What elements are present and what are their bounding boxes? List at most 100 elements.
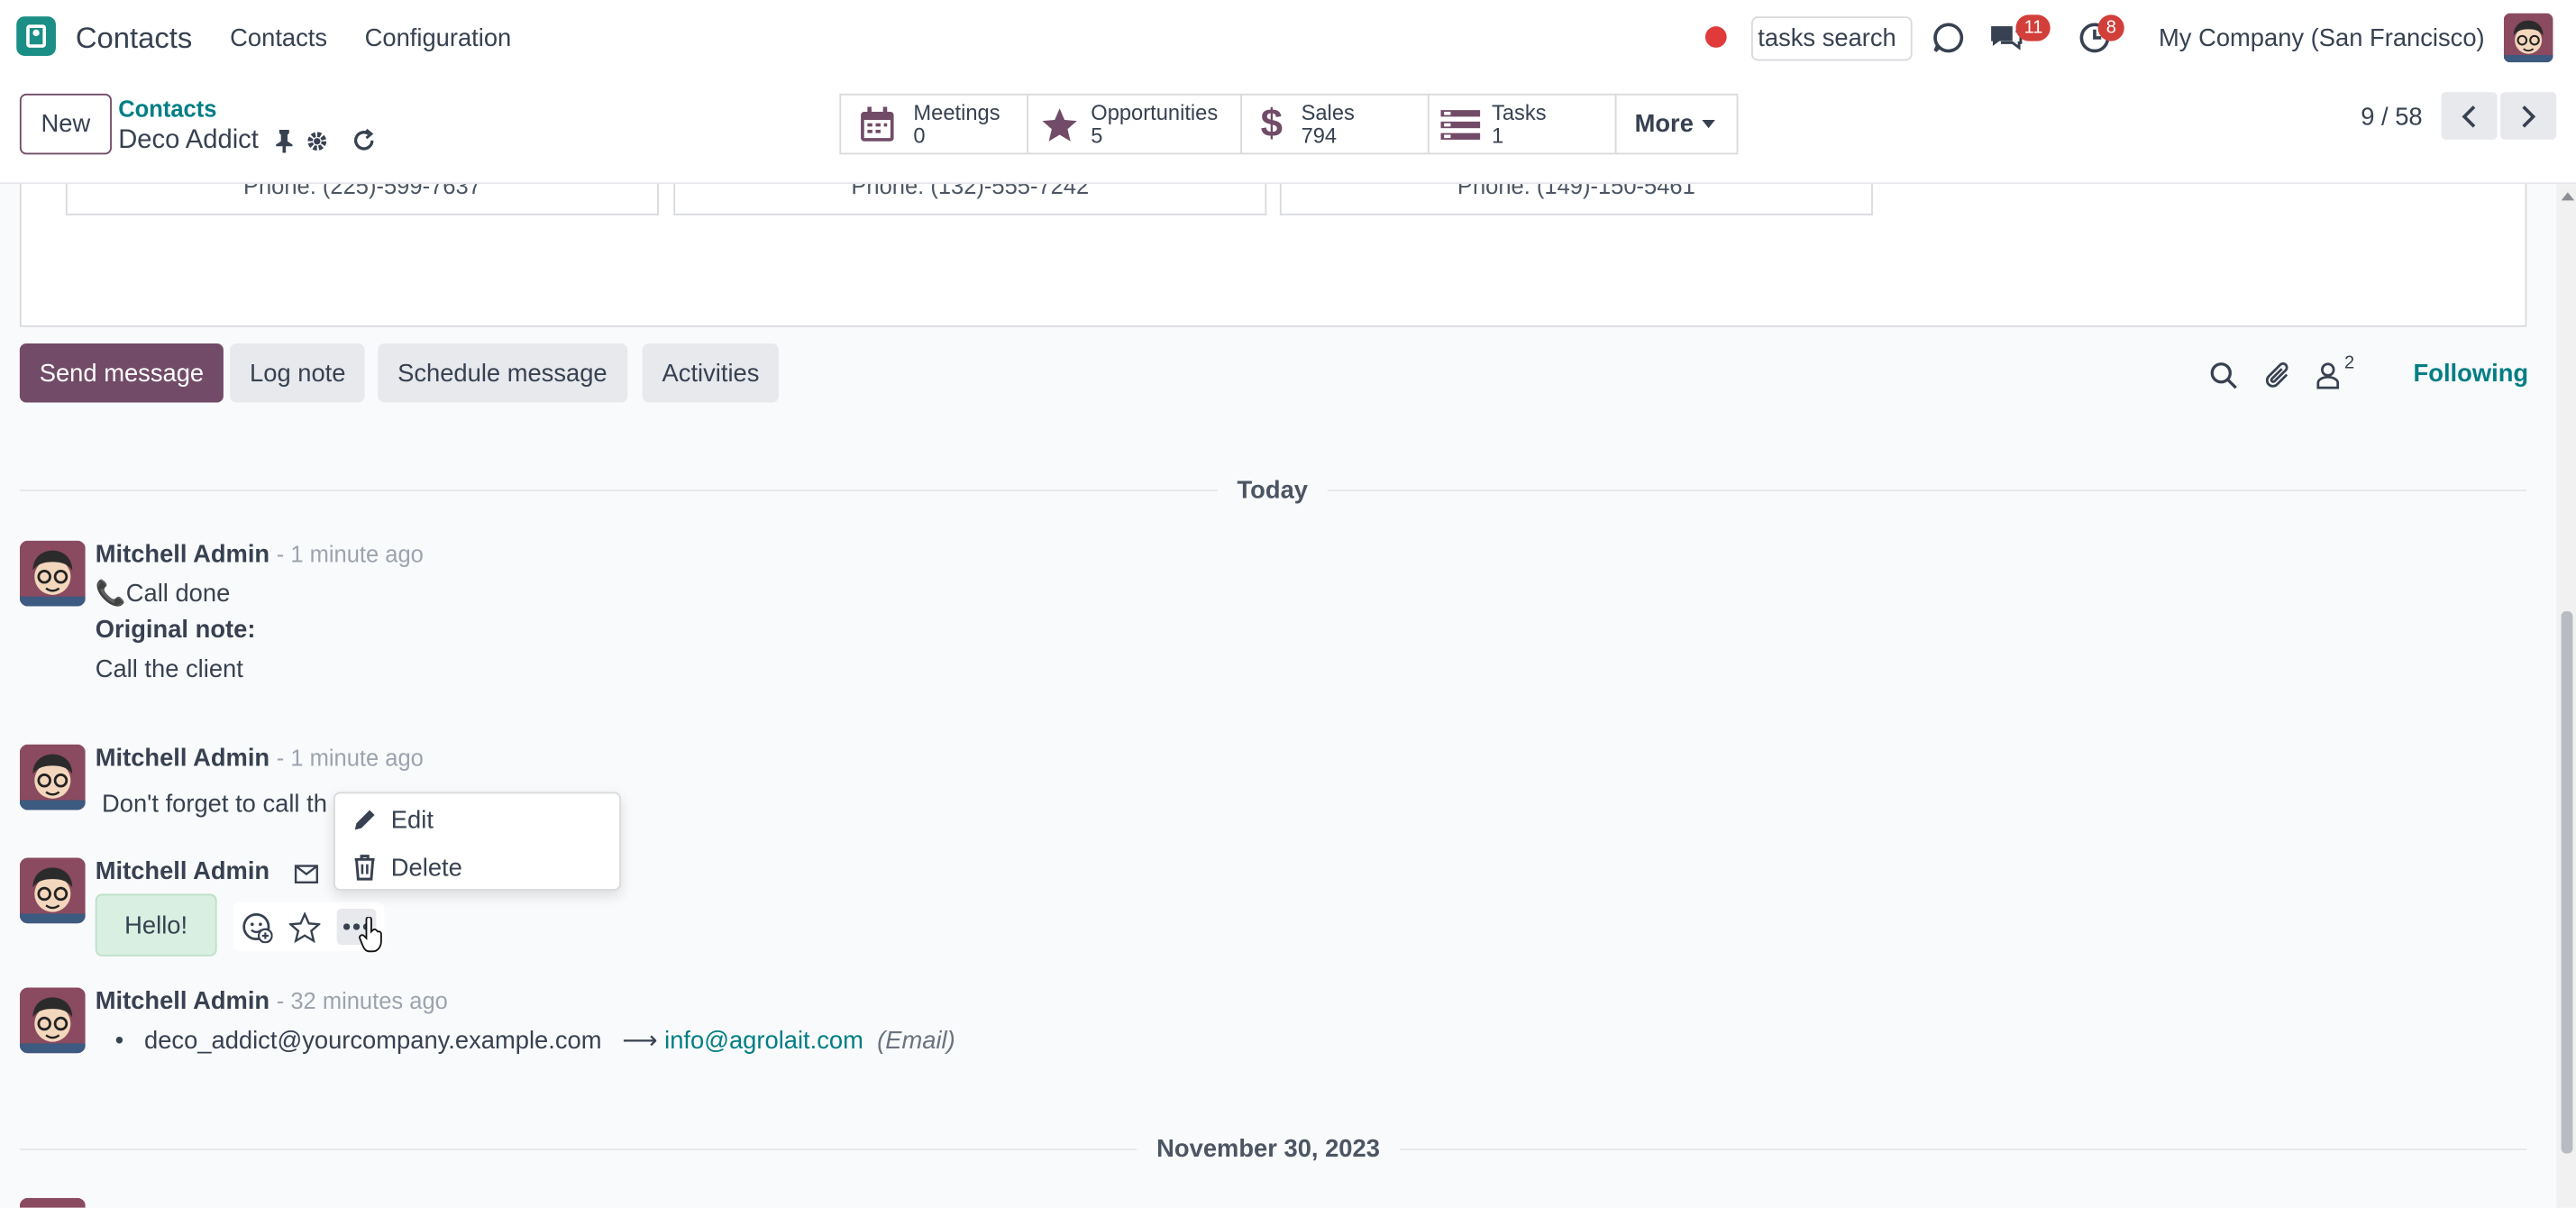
meetings-label: Meetings: [913, 99, 1000, 124]
menu-contacts[interactable]: Contacts: [230, 24, 327, 52]
author-name: Mitchell Admin: [95, 857, 270, 886]
company-switcher[interactable]: My Company (San Francisco): [2159, 24, 2485, 52]
contact-phone: Phone: (149)-150-5461: [1457, 184, 1695, 199]
contacts-app-icon[interactable]: [16, 16, 56, 56]
message-bubble: Hello!: [95, 893, 217, 956]
message-body: Hello!: [124, 911, 188, 939]
gear-icon[interactable]: [304, 128, 330, 154]
message-time: - 32 minutes ago: [276, 987, 448, 1014]
menu-configuration[interactable]: Configuration: [365, 24, 512, 52]
avatar[interactable]: [19, 1197, 86, 1208]
star-icon[interactable]: [289, 911, 322, 943]
author-name: Mitchell Admin: [95, 540, 270, 569]
author-name: Mitchell Admin: [95, 987, 270, 1016]
edit-label: Edit: [390, 806, 434, 835]
trash-icon: [354, 855, 375, 881]
message-author[interactable]: Mitchell Admin - 1 minute ago: [96, 541, 424, 569]
delete-label: Delete: [390, 853, 462, 882]
caret-down-icon: [1702, 120, 1715, 129]
old-email-value: deco_addict@yourcompany.example.com: [143, 1027, 602, 1056]
message-author[interactable]: Mitchell Admin - 1 minute ago: [96, 745, 424, 773]
schedule-message-button[interactable]: Schedule message: [378, 343, 627, 403]
tasks-smart-button[interactable]: Tasks 1: [1427, 93, 1617, 155]
top-navbar: Contacts Contacts Configuration 11 8 My …: [0, 0, 2576, 76]
pager-previous-button[interactable]: [2441, 92, 2498, 140]
search-icon[interactable]: [2206, 358, 2239, 390]
tasks-icon: [1430, 107, 1492, 140]
tasks-label: Tasks: [1492, 99, 1547, 124]
following-button[interactable]: Following: [2414, 360, 2529, 388]
form-content: Phone: (225)-599-7637 Phone: (132)-555-7…: [0, 184, 2557, 1208]
more-dropdown-button[interactable]: More: [1614, 93, 1739, 155]
recording-indicator-icon[interactable]: [1704, 26, 1727, 48]
pin-icon[interactable]: [273, 128, 297, 154]
message-author[interactable]: Mitchell Admin: [96, 857, 269, 885]
pencil-icon: [354, 810, 375, 830]
opportunities-count: 5: [1091, 122, 1103, 148]
message-options-dropdown: Edit Delete: [333, 792, 621, 891]
message-body: Don't forget to call th: [102, 790, 327, 819]
tasks-search-input[interactable]: [1750, 16, 1913, 61]
bullet: •: [114, 1027, 124, 1056]
sales-label: Sales: [1301, 99, 1355, 124]
scrollbar-thumb[interactable]: [2561, 611, 2573, 1154]
message-time: - 1 minute ago: [276, 540, 424, 567]
pager-value[interactable]: 9 / 58: [2361, 104, 2422, 132]
edit-menu-item[interactable]: Edit: [352, 801, 434, 837]
scroll-up-arrow-icon[interactable]: [2561, 192, 2575, 201]
avatar[interactable]: [19, 987, 86, 1054]
avatar[interactable]: [19, 744, 86, 810]
dollar-icon: $: [1260, 101, 1283, 146]
star-icon: [1028, 106, 1091, 142]
new-button[interactable]: New: [19, 93, 112, 155]
form-sheet: Phone: (225)-599-7637 Phone: (132)-555-7…: [19, 184, 2527, 327]
original-note-text: Call the client: [95, 655, 243, 684]
contact-phone: Phone: (132)-555-7242: [851, 184, 1090, 199]
breadcrumb-contacts[interactable]: Contacts: [118, 96, 216, 122]
record-title: Deco Addict: [118, 126, 259, 155]
followers-icon[interactable]: [2312, 358, 2344, 390]
activities-button[interactable]: Activities: [642, 343, 780, 403]
paperclip-icon[interactable]: [2261, 358, 2293, 390]
author-name: Mitchell Admin: [95, 744, 270, 773]
delete-menu-item[interactable]: Delete: [352, 849, 462, 885]
log-note-button[interactable]: Log note: [230, 343, 366, 403]
envelope-icon: [291, 861, 321, 887]
sales-smart-button[interactable]: $ Sales 794: [1240, 93, 1430, 155]
meetings-smart-button[interactable]: Meetings 0: [839, 93, 1029, 155]
tasks-count: 1: [1492, 122, 1504, 148]
chat-badge: 11: [2015, 14, 2051, 41]
meetings-count: 0: [913, 122, 926, 148]
discard-changes-icon[interactable]: [350, 126, 376, 154]
avatar[interactable]: [19, 857, 86, 924]
hand-cursor-icon: [355, 915, 388, 955]
phone-icon: 📞: [95, 580, 126, 609]
pager-next-button[interactable]: [2500, 92, 2557, 140]
discuss-icon[interactable]: [1931, 20, 1967, 56]
new-email-link[interactable]: info@agrolait.com: [664, 1027, 863, 1055]
opportunities-label: Opportunities: [1091, 99, 1219, 124]
add-reaction-icon[interactable]: [241, 911, 273, 943]
send-message-button[interactable]: Send message: [19, 343, 224, 403]
chevron-right-icon: [2522, 105, 2536, 127]
contact-card[interactable]: Phone: (132)-555-7242: [673, 184, 1267, 215]
arrow-right-icon: ⟶: [622, 1027, 658, 1056]
message-body: 📞Call done: [95, 579, 231, 609]
message-author[interactable]: Mitchell Admin - 32 minutes ago: [96, 987, 448, 1015]
tracking-value-change: • deco_addict@yourcompany.example.com ⟶ …: [115, 1025, 955, 1055]
user-avatar[interactable]: [2503, 13, 2553, 63]
contact-card[interactable]: Phone: (149)-150-5461: [1279, 184, 1873, 215]
followers-count: 2: [2343, 352, 2355, 373]
original-note-label: Original note:: [95, 616, 256, 645]
call-done-text: Call done: [125, 580, 231, 609]
contact-card[interactable]: Phone: (225)-599-7637: [65, 184, 659, 215]
avatar[interactable]: [19, 540, 86, 607]
field-name: (Email): [877, 1027, 955, 1056]
date-separator: November 30, 2023: [1137, 1135, 1400, 1164]
message-time: - 1 minute ago: [276, 744, 424, 771]
opportunities-smart-button[interactable]: Opportunities 5: [1027, 93, 1242, 155]
today-separator: Today: [1217, 476, 1328, 505]
sales-count: 794: [1301, 122, 1338, 148]
contact-phone: Phone: (225)-599-7637: [242, 184, 481, 199]
app-name[interactable]: Contacts: [76, 22, 192, 56]
